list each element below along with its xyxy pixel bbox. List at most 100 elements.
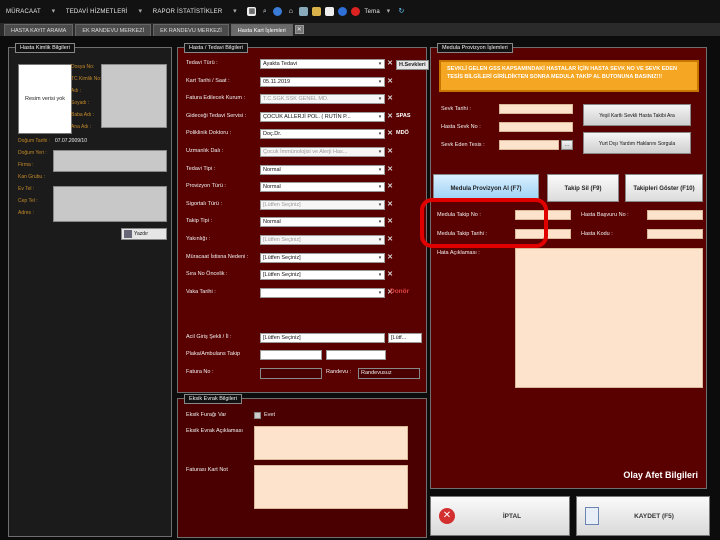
print-button[interactable]: Yazdır (121, 228, 167, 240)
tab-ek-randevu-1[interactable]: EK RANDEVU MERKEZİ (75, 24, 152, 36)
close-icon[interactable]: ✕ (294, 25, 304, 34)
menu-bar: MÜRACAAT ▾ TEDAVİ HİZMETLERİ ▾ RAPOR İST… (0, 0, 720, 23)
chevron-down-icon[interactable]: ▾ (376, 271, 384, 280)
clear-icon[interactable]: ✕ (386, 112, 394, 121)
mid-row-select[interactable]: Normal (260, 165, 385, 175)
chevron-down-icon[interactable]: ▾ (376, 130, 384, 139)
refresh-icon[interactable]: ↻ (397, 7, 406, 16)
mid-row-select[interactable]: [Lütfen Seçiniz] (260, 235, 385, 245)
menu-rapor[interactable]: RAPOR İSTATİSTİKLER (153, 9, 223, 15)
menu-tedavi-hizmetleri[interactable]: TEDAVİ HİZMETLERİ (66, 9, 128, 15)
evrak-aciklama-textarea[interactable] (254, 426, 408, 460)
chevron-down-icon[interactable]: ▾ (376, 236, 384, 245)
save-icon (585, 507, 599, 525)
folder-icon[interactable] (312, 7, 322, 16)
mid-row-value: T.C.SGK.SSK GENEL MD. (263, 96, 329, 102)
mid-row-select[interactable]: Ayakta Tedavi (260, 59, 385, 69)
cancel-button[interactable]: ✕ İPTAL (430, 496, 570, 536)
search-icon[interactable]: ⌕ (260, 7, 269, 16)
calendar-icon[interactable]: ▦ (247, 7, 257, 16)
menu-tema[interactable]: Tema (364, 9, 379, 15)
label-eksik-furagi: Eksik Furağı Var (186, 412, 227, 418)
document-icon[interactable] (325, 7, 335, 16)
clear-icon[interactable]: ✕ (386, 235, 394, 244)
clear-icon[interactable]: ✕ (386, 129, 394, 138)
chevron-down-icon[interactable]: ▾ (376, 254, 384, 263)
takip-sil-button[interactable]: Takip Sil (F9) (547, 174, 619, 202)
clear-icon[interactable]: ✕ (386, 217, 394, 226)
menu-muracaat[interactable]: MÜRACAAT (6, 9, 41, 15)
acil-giris-select[interactable]: [Lütfen Seçiniz] (260, 333, 385, 343)
label-mid-row: Provizyon Türü : (186, 183, 226, 189)
globe-icon[interactable] (273, 7, 283, 16)
mid-row-select[interactable]: Normal (260, 182, 385, 192)
olay-afet-link[interactable]: Olay Afet Bilgileri (623, 470, 698, 480)
clear-icon[interactable]: ✕ (386, 182, 394, 191)
chevron-down-icon[interactable]: ▾ (376, 148, 384, 157)
mid-row-select[interactable]: Normal (260, 217, 385, 227)
chevron-down-icon[interactable]: ▾ (376, 113, 384, 122)
contact-box (53, 186, 167, 222)
yurtdisi-query-button[interactable]: Yurt Dışı Yardım Haklarını Sorgula (583, 132, 691, 154)
panel-title: Medula Provizyon İşlemleri (437, 43, 513, 53)
chevron-down-icon[interactable]: ▾ (376, 166, 384, 175)
chevron-down-icon[interactable]: ▾ (376, 201, 384, 210)
takipleri-goster-button[interactable]: Takipleri Göster (F10) (625, 174, 703, 202)
chevron-down-icon[interactable]: ▾ (376, 218, 384, 227)
tab-ek-randevu-2[interactable]: EK RANDEVU MERKEZİ (153, 24, 229, 36)
sevk-tarihi-select[interactable] (499, 104, 573, 114)
evet-checkbox[interactable] (254, 412, 261, 419)
clear-icon[interactable]: ✕ (386, 77, 394, 86)
chevron-down-icon[interactable]: ▾ (376, 78, 384, 87)
tab-hasta-kart-islemleri[interactable]: Hasta Kart İşlemleri (230, 24, 293, 36)
clear-icon[interactable]: ✕ (386, 147, 394, 156)
clear-icon[interactable]: ✕ (386, 270, 394, 279)
chevron-down-icon[interactable]: ▾ (376, 289, 384, 298)
home-icon[interactable]: ⌂ (286, 7, 295, 16)
save-button[interactable]: KAYDET (F5) (576, 496, 710, 536)
mid-row-select[interactable]: Çocuk İmmünolojisi ve Alerji Has... (260, 147, 385, 157)
ambulans-takip-input[interactable] (326, 350, 386, 360)
plaka-input[interactable] (260, 350, 322, 360)
photo-placeholder-text: Resim verisi yok (24, 96, 66, 102)
mid-row-select[interactable]: [Lütfen Seçiniz] (260, 253, 385, 263)
h-sevkleri-button[interactable]: H.Sevkleri (396, 60, 429, 70)
yesil-kart-search-button[interactable]: Yeşil Kartlı Sevkli Hasta Takibi Ara (583, 104, 691, 126)
tab-hasta-kayit-arama[interactable]: HASTA KAYIT ARAMA (4, 24, 74, 36)
sevk-tesis-input[interactable] (499, 140, 559, 150)
label-mid-row: Sigortalı Türü : (186, 201, 222, 207)
kart-not-textarea[interactable] (254, 465, 408, 509)
sevk-no-input[interactable] (499, 122, 573, 132)
randevu-input[interactable]: Randevusuz (358, 368, 420, 379)
mid-row-select[interactable] (260, 288, 385, 298)
mid-row-select[interactable]: Doç.Dr. (260, 129, 385, 139)
user-icon[interactable] (338, 7, 348, 16)
clear-icon[interactable]: ✕ (386, 94, 394, 103)
mid-row-value: [Lütfen Seçiniz] (263, 237, 301, 243)
users-icon[interactable] (299, 7, 309, 16)
clear-icon[interactable]: ✕ (386, 59, 394, 68)
browse-button[interactable]: … (561, 140, 573, 150)
stop-icon[interactable] (351, 7, 361, 16)
hasta-kodu-input[interactable] (647, 229, 703, 239)
mid-row-select[interactable]: [Lütfen Seçiniz] (260, 200, 385, 210)
mid-row-select[interactable]: ÇOCUK ALLERJİ POL. ( RUTİN P... (260, 112, 385, 122)
il-value: [Lütf... (391, 335, 407, 341)
clear-icon[interactable]: ✕ (386, 165, 394, 174)
medula-provision-panel: Medula Provizyon İşlemleri SEVKLİ GELEN … (430, 43, 707, 489)
mid-row-select[interactable]: [Lütfen Seçiniz] (260, 270, 385, 280)
highlight-circle (420, 198, 548, 248)
hata-aciklama-textarea[interactable] (515, 248, 703, 388)
panel-title: Eksik Evrak Bilgileri (184, 394, 242, 404)
fatura-no-input[interactable] (260, 368, 322, 379)
il-select[interactable]: [Lütf... (388, 333, 422, 343)
clear-icon[interactable]: ✕ (386, 253, 394, 262)
basvuru-no-input[interactable] (647, 210, 703, 220)
chevron-down-icon[interactable]: ▾ (376, 60, 384, 69)
chevron-down-icon[interactable]: ▾ (376, 183, 384, 192)
chevron-down-icon[interactable]: ▾ (376, 95, 384, 104)
clear-icon[interactable]: ✕ (386, 200, 394, 209)
panel-title: Hasta Kimlik Bilgileri (15, 43, 75, 53)
mid-row-select[interactable]: 05.11.2019 (260, 77, 385, 87)
mid-row-select[interactable]: T.C.SGK.SSK GENEL MD. (260, 94, 385, 104)
